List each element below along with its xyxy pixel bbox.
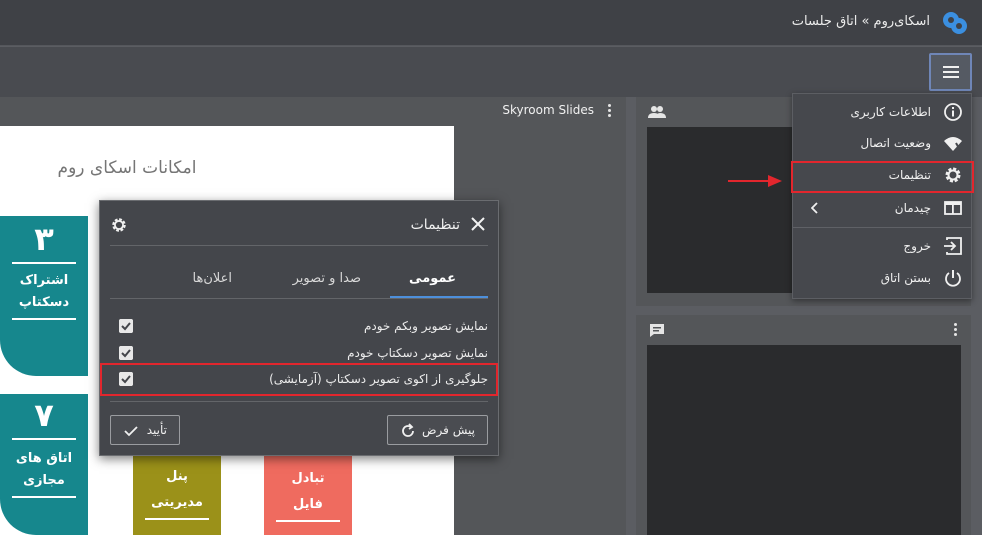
tile-number: ۳	[34, 220, 54, 258]
webcam-view	[647, 127, 793, 293]
exit-icon	[944, 237, 962, 255]
skyroom-logo-icon	[943, 12, 967, 34]
tile-label-line2: فایل	[293, 497, 323, 512]
settings-dialog: تنظیمات عمومی صدا و تصویر اعلان‌ها نمایش…	[99, 200, 499, 456]
hamburger-menu-icon-bar	[943, 71, 959, 73]
option-show-desktop[interactable]: نمایش تصویر دسکتاپ خودم	[100, 341, 498, 365]
info-icon	[944, 103, 962, 121]
echo-option-highlight-box	[100, 363, 498, 396]
reset-defaults-label: پیش فرض	[422, 423, 475, 437]
gear-icon[interactable]	[110, 216, 128, 234]
top-bar: اسکای‌روم » اتاق جلسات	[0, 0, 982, 46]
tab-general[interactable]: عمومی	[409, 271, 456, 286]
breadcrumb: اسکای‌روم » اتاق جلسات	[791, 14, 930, 29]
menu-item-label: بستن اتاق	[880, 271, 931, 285]
slide-tile-file-exchange: تبادل فایل	[264, 456, 352, 535]
refresh-icon	[402, 423, 414, 437]
menu-item-layout[interactable]: چیدمان	[793, 194, 971, 222]
check-icon	[124, 426, 138, 437]
tab-audio-video[interactable]: صدا و تصویر	[293, 271, 361, 286]
confirm-label: تأیید	[146, 423, 167, 437]
tile-label-line2: مدیریتی	[151, 495, 203, 510]
dialog-title: تنظیمات	[410, 217, 460, 233]
pointer-arrow	[728, 175, 782, 187]
close-icon[interactable]	[470, 216, 486, 232]
tile-number: ۷	[34, 396, 54, 434]
confirm-button[interactable]: تأیید	[110, 415, 180, 445]
tab-notifications[interactable]: اعلان‌ها	[193, 271, 233, 286]
signal-icon	[944, 137, 962, 151]
tile-label-line1: اشتراک	[19, 273, 69, 288]
slide-tile-virtual-rooms: ۷ اتاق های مجازی	[0, 394, 88, 535]
menu-item-label: چیدمان	[894, 201, 931, 215]
room-toolbar	[0, 47, 982, 97]
menu-item-connection-status[interactable]: وضعیت اتصال	[793, 129, 971, 157]
reset-defaults-button[interactable]: پیش فرض	[387, 415, 488, 445]
hamburger-menu-icon-bar	[943, 76, 959, 78]
chat-options-icon[interactable]	[954, 323, 958, 338]
menu-item-user-info[interactable]: اطلاعات کاربری	[793, 98, 971, 126]
checkbox-show-desktop[interactable]	[119, 346, 133, 360]
option-show-webcam[interactable]: نمایش تصویر وبکم خودم	[100, 314, 498, 338]
tile-label-line1: اتاق های	[15, 451, 73, 466]
chat-icon	[650, 324, 664, 337]
main-menu-button[interactable]	[929, 53, 972, 91]
menu-item-label: اطلاعات کاربری	[850, 105, 932, 119]
layout-icon	[944, 201, 962, 215]
slides-options-icon[interactable]	[608, 104, 612, 119]
slide-tile-admin-panel: پنل مدیریتی	[133, 456, 221, 535]
menu-item-label: وضعیت اتصال	[860, 136, 931, 150]
menu-item-exit[interactable]: خروج	[793, 232, 971, 260]
slide-heading: امکانات اسکای روم	[57, 158, 197, 178]
tile-label-line1: پنل	[166, 469, 188, 484]
tile-label-line1: تبادل	[291, 471, 325, 486]
checkbox-show-webcam[interactable]	[119, 319, 133, 333]
slide-tile-desktop-share: ۳ اشتراک دسکتاپ	[0, 216, 88, 376]
menu-item-close-room[interactable]: بستن اتاق	[793, 264, 971, 292]
slides-panel-title: Skyroom Slides	[502, 103, 594, 117]
settings-highlight-box	[791, 161, 974, 193]
chat-messages-area	[647, 345, 961, 535]
chevron-left-icon	[811, 202, 818, 214]
menu-item-label: خروج	[903, 239, 931, 253]
hamburger-menu-icon	[943, 66, 959, 68]
main-menu-dropdown: اطلاعات کاربری وضعیت اتصال تنظیمات چیدما…	[792, 93, 972, 299]
users-icon	[648, 106, 666, 118]
power-icon	[945, 270, 961, 287]
option-label: نمایش تصویر وبکم خودم	[363, 319, 488, 333]
option-label: نمایش تصویر دسکتاپ خودم	[347, 346, 488, 360]
tile-label-line2: مجازی	[23, 473, 65, 488]
tile-label-line2: دسکتاپ	[18, 295, 70, 310]
